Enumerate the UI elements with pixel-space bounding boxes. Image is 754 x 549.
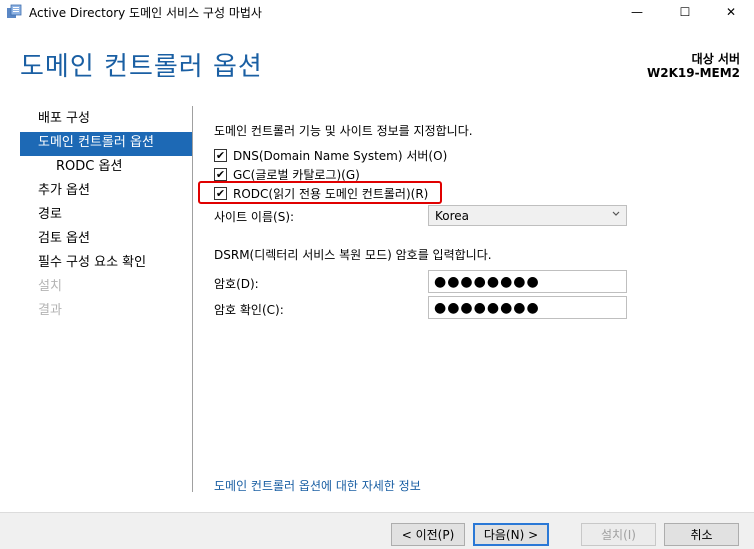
- nav-item-paths[interactable]: 경로: [20, 204, 192, 228]
- prev-button[interactable]: < 이전(P): [391, 523, 465, 546]
- section-description: 도메인 컨트롤러 기능 및 사이트 정보를 지정합니다.: [214, 124, 473, 138]
- next-button-label: 다음(N) >: [483, 528, 539, 542]
- nav-item-label: 결과: [38, 303, 62, 318]
- site-name-select[interactable]: Korea: [428, 205, 627, 226]
- nav-item-review[interactable]: 검토 옵션: [20, 228, 192, 252]
- nav-item-label: 설치: [38, 279, 62, 294]
- chevron-down-icon: [612, 209, 620, 222]
- dns-checkbox[interactable]: ✔: [214, 148, 227, 162]
- maximize-icon: ☐: [679, 5, 691, 19]
- target-server-label: 대상 서버: [691, 52, 740, 66]
- title-bar: Active Directory 도메인 서비스 구성 마법사 — ☐ ✕: [0, 0, 754, 24]
- nav-divider: [192, 106, 193, 492]
- dns-checkbox-label: DNS(Domain Name System) 서버(O): [233, 148, 448, 163]
- nav-item-label: 배포 구성: [38, 111, 90, 126]
- gc-checkbox[interactable]: ✔: [214, 167, 227, 181]
- site-name-value: Korea: [435, 208, 470, 223]
- nav-item-label: 경로: [38, 207, 62, 222]
- window-title: Active Directory 도메인 서비스 구성 마법사: [29, 6, 262, 20]
- confirm-password-input[interactable]: ●●●●●●●●: [428, 296, 627, 319]
- site-name-label: 사이트 이름(S):: [214, 210, 295, 224]
- nav-item-label: 도메인 컨트롤러 옵션: [38, 135, 154, 150]
- nav-item-dc-options[interactable]: 도메인 컨트롤러 옵션: [20, 132, 192, 156]
- nav-item-results: 결과: [20, 300, 192, 324]
- password-label: 암호(D):: [214, 277, 259, 291]
- nav-item-additional-options[interactable]: 추가 옵션: [20, 180, 192, 204]
- dns-checkbox-row[interactable]: ✔ DNS(Domain Name System) 서버(O): [214, 146, 447, 164]
- nav-item-label: 필수 구성 요소 확인: [38, 255, 147, 270]
- maximize-button[interactable]: ☐: [662, 0, 708, 24]
- more-info-link[interactable]: 도메인 컨트롤러 옵션에 대한 자세한 정보: [214, 477, 421, 494]
- install-button-label: 설치(I): [601, 528, 636, 542]
- close-icon: ✕: [725, 5, 737, 19]
- gc-checkbox-label: GC(글로벌 카탈로그)(G): [233, 167, 360, 182]
- prev-button-label: < 이전(P): [401, 528, 455, 542]
- checkmark-icon: ✔: [215, 167, 226, 181]
- nav-item-prereq[interactable]: 필수 구성 요소 확인: [20, 252, 192, 276]
- rodc-highlight-box: [198, 181, 442, 204]
- checkmark-icon: ✔: [215, 148, 226, 162]
- confirm-password-label: 암호 확인(C):: [214, 303, 284, 317]
- target-server-name: W2K19-MEM2: [647, 66, 740, 80]
- confirm-password-value: ●●●●●●●●: [434, 299, 540, 316]
- ad-server-icon: [7, 4, 22, 18]
- cancel-button[interactable]: 취소: [664, 523, 739, 546]
- minimize-icon: —: [631, 5, 643, 19]
- nav-item-label: RODC 옵션: [56, 159, 123, 174]
- page-title: 도메인 컨트롤러 옵션: [20, 52, 263, 82]
- wizard-nav: 배포 구성 도메인 컨트롤러 옵션 RODC 옵션 추가 옵션 경로 검토 옵션…: [20, 108, 192, 324]
- cancel-button-label: 취소: [690, 528, 713, 542]
- install-button: 설치(I): [581, 523, 656, 546]
- next-button[interactable]: 다음(N) >: [473, 523, 549, 546]
- nav-item-label: 검토 옵션: [38, 231, 90, 246]
- password-input[interactable]: ●●●●●●●●: [428, 270, 627, 293]
- nav-item-deployment[interactable]: 배포 구성: [20, 108, 192, 132]
- dsrm-description: DSRM(디렉터리 서비스 복원 모드) 암호를 입력합니다.: [214, 248, 492, 262]
- password-value: ●●●●●●●●: [434, 273, 540, 290]
- nav-item-label: 추가 옵션: [38, 183, 90, 198]
- nav-item-rodc-options[interactable]: RODC 옵션: [20, 156, 192, 180]
- nav-item-install: 설치: [20, 276, 192, 300]
- close-button[interactable]: ✕: [708, 0, 754, 24]
- minimize-button[interactable]: —: [614, 0, 660, 24]
